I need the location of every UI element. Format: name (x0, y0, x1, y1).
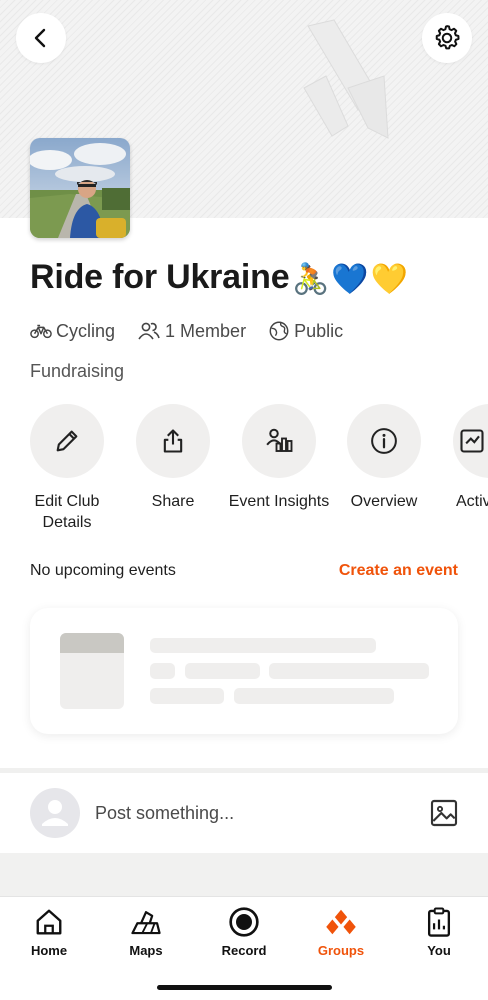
record-icon (229, 907, 259, 937)
post-composer[interactable]: Post something... (0, 773, 488, 853)
share-label: Share (151, 493, 195, 510)
no-events-text: No upcoming events (30, 562, 176, 579)
members-label: 1 Member (165, 320, 247, 341)
club-meta-row: Cycling 1 Member Public (30, 320, 365, 342)
overview-label: Overview (350, 493, 418, 510)
club-tagline: Fundraising (30, 361, 125, 381)
groups-icon (326, 909, 356, 935)
club-actions-row: Edit Club Details Share Event Insights O… (0, 404, 488, 534)
event-insights-button[interactable]: Event Insights (224, 404, 334, 512)
club-avatar-photo (30, 138, 130, 238)
home-icon (36, 909, 62, 935)
add-photo-icon[interactable] (428, 797, 460, 829)
activities-icon (460, 429, 484, 453)
bike-icon (30, 324, 52, 339)
share-icon (163, 429, 183, 453)
placeholder-line (185, 663, 260, 679)
club-name: Ride for Ukraine (30, 258, 290, 296)
home-indicator (157, 985, 332, 990)
tab-record[interactable]: Record (204, 905, 284, 958)
back-button[interactable] (16, 13, 66, 63)
sport-label: Cycling (56, 320, 116, 341)
tab-groups[interactable]: Groups (301, 905, 381, 958)
event-insights-label: Event Insights (228, 493, 330, 510)
placeholder-line (234, 688, 394, 704)
tab-maps-label: Maps (129, 943, 163, 958)
create-event-link[interactable]: Create an event (339, 562, 458, 580)
placeholder-thumbnail (60, 633, 124, 709)
edit-club-details-button[interactable]: Edit Club Details (12, 404, 122, 533)
yellow-heart-emoji: 💛 (370, 263, 409, 296)
visibility-label: Public (294, 320, 344, 341)
share-button[interactable]: Share (118, 404, 228, 512)
user-avatar (30, 788, 80, 838)
placeholder-line (150, 663, 175, 679)
tab-record-label: Record (221, 943, 267, 958)
club-avatar[interactable] (30, 138, 130, 238)
members-meta[interactable]: 1 Member (137, 321, 246, 342)
tab-home-label: Home (30, 943, 68, 958)
visibility-meta: Public (268, 320, 343, 342)
edit-club-details-label: Edit Club Details (34, 493, 100, 531)
activities-button[interactable]: Activ (435, 404, 488, 512)
gear-icon (435, 25, 460, 50)
placeholder-line (150, 638, 376, 653)
pencil-icon (56, 430, 78, 452)
tab-home[interactable]: Home (9, 905, 89, 958)
globe-icon (269, 321, 289, 341)
tab-you[interactable]: You (399, 905, 479, 958)
events-header: No upcoming events Create an event (30, 562, 458, 580)
default-avatar-icon (42, 800, 68, 826)
tab-maps[interactable]: Maps (106, 905, 186, 958)
you-icon (427, 907, 451, 937)
blue-heart-emoji: 💙 (331, 263, 369, 296)
activities-label: Activ (456, 493, 488, 510)
feed-background (0, 853, 488, 896)
members-icon (138, 322, 160, 340)
cyclist-emoji: 🚴 (292, 263, 330, 296)
placeholder-line (150, 688, 224, 704)
chevron-left-icon (34, 28, 46, 48)
settings-button[interactable] (422, 13, 472, 63)
maps-icon (131, 911, 161, 935)
strava-watermark-icon (303, 19, 389, 139)
placeholder-line (269, 663, 429, 679)
club-name-emoji: 🚴 💙 💛 (292, 262, 408, 297)
overview-button[interactable]: Overview (329, 404, 439, 512)
event-placeholder-card (30, 608, 458, 734)
tab-groups-label: Groups (317, 943, 365, 958)
event-insights-icon (266, 428, 293, 452)
tab-you-label: You (427, 943, 451, 958)
sport-meta: Cycling (30, 321, 115, 342)
post-input-placeholder[interactable]: Post something... (95, 803, 234, 824)
info-icon (371, 428, 397, 454)
